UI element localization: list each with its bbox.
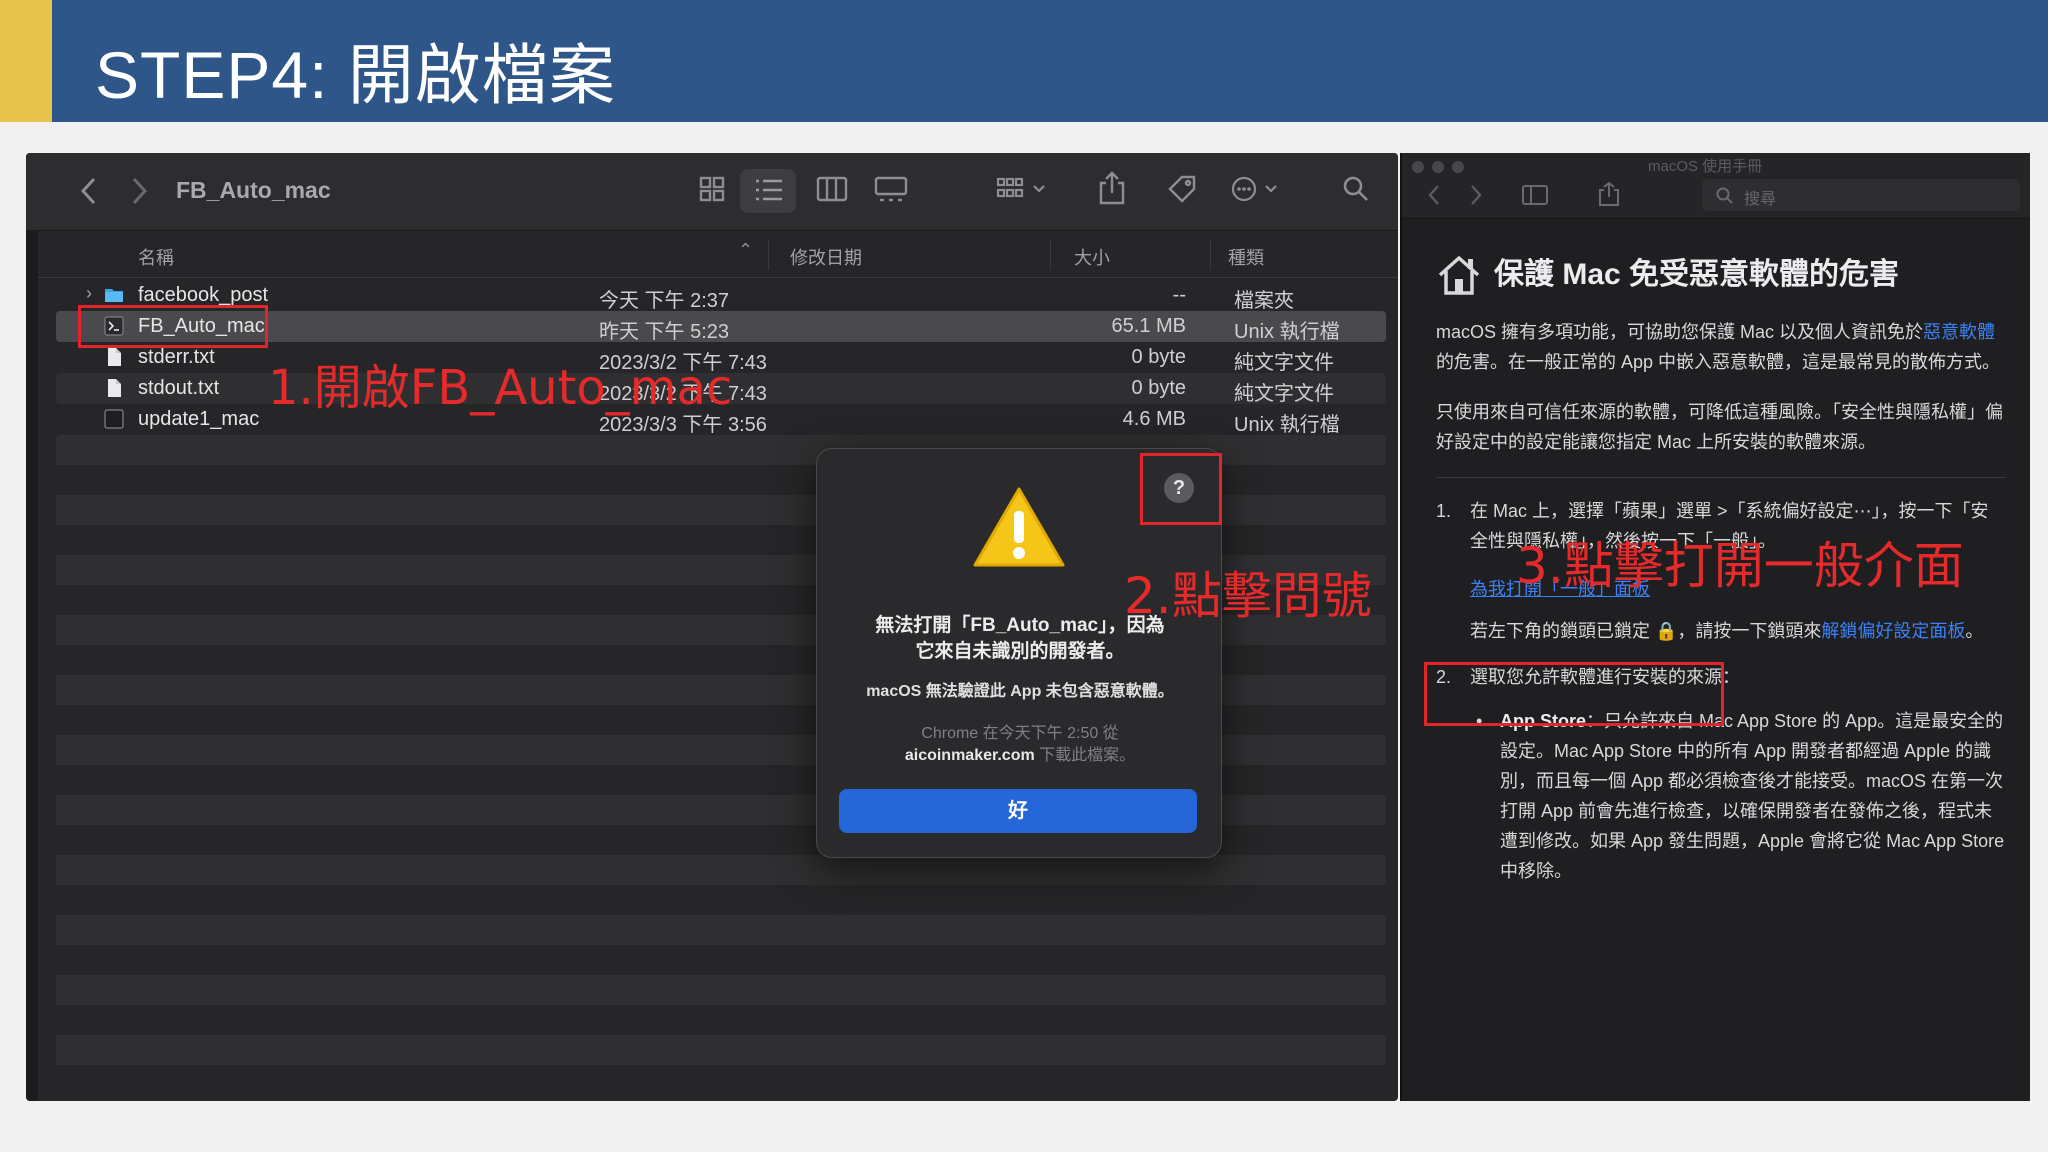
dialog-source-line1: Chrome 在今天下午 2:50 從: [921, 725, 1119, 742]
help-window-title: macOS 使用手冊: [1648, 158, 1763, 175]
help-search-input[interactable]: 搜尋: [1702, 179, 2020, 211]
ok-button[interactable]: 好: [839, 789, 1197, 833]
column-header-date[interactable]: 修改日期: [790, 244, 862, 270]
annotation-box-help-button: [1140, 453, 1222, 525]
file-name: stderr.txt: [138, 346, 215, 368]
bullet-text: ：只允許來自 Mac App Store 的 App。這是最安全的設定。Mac …: [1500, 711, 2005, 881]
annotation-step3: 3.點擊打開一般介面: [1516, 537, 1964, 595]
column-separator: [1050, 240, 1051, 270]
document-icon: [108, 379, 121, 397]
finder-toolbar: FB_Auto_mac: [26, 153, 1398, 231]
disclosure-chevron-icon[interactable]: ›: [86, 283, 92, 304]
back-icon[interactable]: [1426, 183, 1442, 207]
gallery-view-icon[interactable]: [874, 175, 908, 203]
header-accent-bar: [0, 0, 52, 122]
document-icon: [108, 348, 121, 366]
file-kind: 純文字文件: [1234, 352, 1334, 374]
file-name: stdout.txt: [138, 377, 220, 399]
dialog-source: Chrome 在今天下午 2:50 從 aicoinmaker.com 下載此檔…: [837, 723, 1203, 767]
help-search-placeholder: 搜尋: [1744, 191, 1777, 208]
share-icon[interactable]: [1098, 171, 1126, 205]
annotation-step1: 1.開啟FB_Auto_mac: [268, 360, 733, 416]
group-by-icon[interactable]: [996, 177, 1050, 203]
folder-icon: [105, 289, 123, 302]
dialog-title-line2: 它來自未識別的開發者。: [915, 641, 1125, 662]
help-toolbar: macOS 使用手冊 搜尋: [1402, 153, 2030, 219]
file-size: 0 byte: [1131, 377, 1186, 399]
search-icon: [1716, 187, 1733, 204]
dialog-source-suffix: 下載此檔案。: [1034, 747, 1136, 764]
help-divider: [1436, 477, 2006, 478]
help-intro-text-cont: 的危害。在一般正常的 App 中嵌入惡意軟體，這是最常見的散佈方式。: [1436, 352, 2001, 372]
column-separator: [768, 240, 769, 270]
close-window-icon[interactable]: [1412, 161, 1424, 173]
file-kind: 檔案夾: [1234, 290, 1294, 312]
help-intro-text: macOS 擁有多項功能，可協助您保護 Mac 以及個人資訊免於: [1436, 322, 1924, 342]
tag-icon[interactable]: [1166, 173, 1198, 205]
file-date: 今天 下午 2:37: [599, 290, 730, 312]
app-store-bullet: App Store：只允許來自 Mac App Store 的 App。這是最安…: [1470, 706, 2006, 886]
column-header-name[interactable]: 名稱: [138, 244, 174, 270]
lock-text: 若左下角的鎖頭已鎖定 🔒，請按一下鎖頭來: [1470, 621, 1822, 641]
column-header-kind[interactable]: 種類: [1228, 244, 1264, 270]
annotation-box-fb-auto-mac: [78, 305, 268, 348]
warning-icon: [973, 487, 1065, 567]
file-size: 0 byte: [1131, 346, 1186, 368]
column-header-bar: 名稱 ⌃ 修改日期 大小 種類: [38, 232, 1398, 278]
minimize-window-icon[interactable]: [1432, 161, 1444, 173]
executable-icon: [104, 409, 124, 429]
search-icon[interactable]: [1342, 175, 1370, 203]
slide-title: STEP4: 開啟檔案: [95, 38, 616, 112]
lock-suffix: 。: [1965, 621, 1984, 641]
file-name: update1_mac: [138, 408, 260, 430]
forward-icon[interactable]: [128, 175, 150, 207]
icon-view-icon[interactable]: [698, 175, 726, 203]
finder-sidebar-edge: [26, 153, 38, 1101]
column-separator: [1210, 240, 1211, 270]
help-paragraph-intro: macOS 擁有多項功能，可協助您保護 Mac 以及個人資訊免於惡意軟體的危害。…: [1436, 317, 2006, 377]
file-name: facebook_post: [138, 284, 269, 306]
help-article-heading: 保護 Mac 免受惡意軟體的危害: [1436, 253, 2006, 297]
malware-link[interactable]: 惡意軟體: [1923, 322, 1995, 342]
annotation-box-open-general: [1424, 662, 1724, 726]
file-kind: Unix 執行檔: [1234, 321, 1340, 343]
file-size: 4.6 MB: [1122, 408, 1186, 430]
finder-window-title: FB_Auto_mac: [176, 177, 331, 203]
step-number: 1.: [1436, 501, 1452, 521]
dialog-message: macOS 無法驗證此 App 未包含惡意軟體。: [866, 683, 1174, 700]
slide-header: STEP4: 開啟檔案: [0, 0, 2048, 122]
file-date: 昨天 下午 5:23: [599, 321, 730, 343]
back-icon[interactable]: [78, 175, 100, 207]
help-paragraph-sources: 只使用來自可信任來源的軟體，可降低這種風險。「安全性與隱私權」偏好設定中的設定能…: [1436, 402, 2003, 452]
more-actions-icon[interactable]: [1230, 175, 1286, 203]
share-icon[interactable]: [1598, 181, 1620, 207]
help-heading-text: 保護 Mac 免受惡意軟體的危害: [1494, 258, 1900, 291]
file-size: 65.1 MB: [1111, 315, 1186, 337]
home-icon: [1438, 256, 1480, 295]
help-viewer-window: macOS 使用手冊 搜尋 保護 Mac 免受惡意軟體的危害 macOS 擁有多…: [1400, 153, 2030, 1101]
column-view-icon[interactable]: [816, 175, 848, 203]
list-view-icon[interactable]: [754, 177, 784, 203]
file-size: --: [1172, 284, 1186, 306]
annotation-step2: 2.點擊問號: [1124, 567, 1372, 625]
sidebar-toggle-icon[interactable]: [1522, 185, 1548, 205]
column-header-size[interactable]: 大小: [1074, 244, 1110, 270]
dialog-source-domain: aicoinmaker.com: [904, 747, 1035, 764]
file-kind: Unix 執行檔: [1234, 414, 1340, 436]
sort-chevron-icon: ⌃: [738, 240, 754, 260]
unlock-preferences-link[interactable]: 解鎖偏好設定面板: [1821, 621, 1965, 641]
zoom-window-icon[interactable]: [1452, 161, 1464, 173]
forward-icon[interactable]: [1468, 183, 1484, 207]
file-kind: 純文字文件: [1234, 383, 1334, 405]
